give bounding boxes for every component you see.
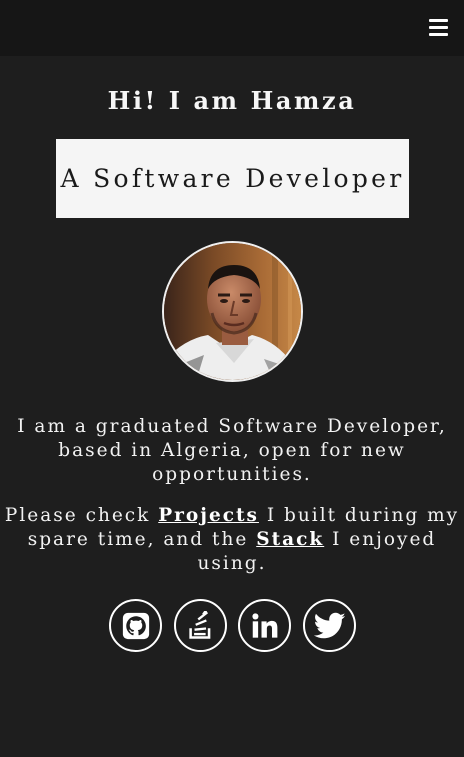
github-icon bbox=[122, 612, 149, 639]
menu-bar-middle bbox=[429, 26, 448, 29]
greeting-heading: Hi! I am Hamza bbox=[107, 86, 357, 115]
social-links bbox=[109, 599, 357, 653]
intro-paragraph: I am a graduated Software Developer, bas… bbox=[17, 416, 447, 485]
check-text-before: Please check bbox=[4, 505, 159, 526]
menu-bar-bottom bbox=[429, 33, 448, 36]
profile-photo bbox=[164, 243, 301, 380]
hamburger-menu-icon[interactable] bbox=[429, 18, 448, 36]
twitter-button[interactable] bbox=[303, 599, 356, 652]
twitter-icon bbox=[313, 612, 345, 638]
check-paragraph: Please check Projects I built during my … bbox=[4, 504, 460, 576]
stackoverflow-icon bbox=[188, 610, 211, 639]
linkedin-icon bbox=[251, 612, 277, 638]
stackoverflow-button[interactable] bbox=[174, 599, 227, 652]
projects-link[interactable]: Projects bbox=[158, 505, 259, 526]
menu-bar-top bbox=[429, 19, 448, 22]
top-navbar bbox=[0, 0, 464, 56]
role-text: A Software Developer bbox=[60, 164, 405, 193]
role-banner: A Software Developer bbox=[56, 139, 409, 218]
linkedin-button[interactable] bbox=[238, 599, 291, 652]
avatar bbox=[162, 241, 303, 382]
github-button[interactable] bbox=[109, 599, 162, 652]
stack-link[interactable]: Stack bbox=[256, 529, 324, 550]
